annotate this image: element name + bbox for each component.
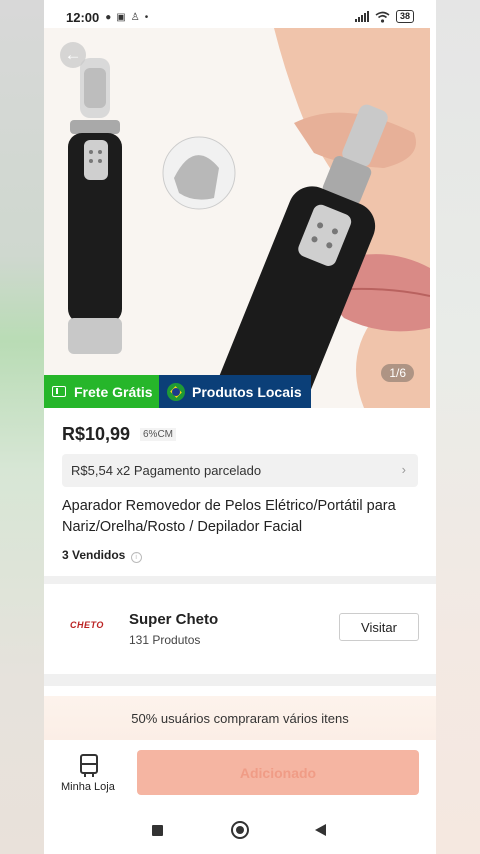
visit-shop-button[interactable]: Visitar	[339, 613, 419, 641]
person-icon: ♙	[130, 11, 140, 23]
android-nav-bar	[44, 806, 436, 854]
local-products-badge: Produtos Locais	[159, 375, 311, 408]
cm-badge: 6%CM	[140, 428, 177, 441]
shop-product-count: 131 Produtos	[129, 633, 201, 647]
wifi-icon	[375, 11, 390, 23]
back-icon[interactable]	[315, 824, 326, 836]
image-counter: 1/6	[381, 364, 414, 382]
battery-icon: 38	[395, 10, 414, 23]
brazil-flag-icon	[167, 382, 185, 401]
dot-icon: •	[144, 11, 149, 23]
info-icon[interactable]: i	[130, 552, 142, 563]
product-price: R$10,99	[62, 424, 131, 444]
free-shipping-label: Frete Grátis	[74, 383, 153, 400]
shop-name[interactable]: Super Cheto	[129, 611, 218, 628]
my-store-label[interactable]: Minha Loja	[61, 781, 115, 793]
status-time: 12:00	[66, 9, 100, 25]
section-divider	[44, 674, 436, 686]
notification-icons: ● ▣ ♙ •	[105, 12, 148, 23]
product-image	[44, 28, 430, 408]
sold-count: 3 Vendidos i	[62, 548, 142, 563]
product-title: Aparador Removedor de Pelos Elétrico/Por…	[62, 498, 396, 535]
free-shipping-badge: Frete Grátis	[44, 375, 159, 408]
blurred-background-left	[0, 0, 44, 854]
chevron-right-icon: ›	[401, 462, 406, 477]
add-to-cart-button[interactable]: Adicionado	[137, 750, 419, 795]
sold-count-text: 3 Vendidos	[62, 548, 126, 562]
ticket-icon	[52, 386, 66, 397]
local-products-label: Produtos Locais	[192, 383, 302, 400]
installment-text: R$5,54 x2 Pagamento parcelado	[71, 463, 262, 478]
app-icon: ▣	[116, 11, 126, 23]
installment-row[interactable]: R$5,54 x2 Pagamento parcelado ›	[62, 454, 418, 487]
back-arrow-icon[interactable]: ←	[60, 42, 86, 68]
signal-icon	[354, 11, 369, 22]
promo-banner: 50% usuários compraram vários itens	[44, 696, 436, 740]
product-image-gallery[interactable]: ← 1/6 Frete Grátis Produtos Locais	[44, 28, 430, 408]
blurred-background-right	[436, 0, 480, 854]
home-icon[interactable]	[231, 821, 249, 839]
shop-logo[interactable]: CHETO	[70, 620, 104, 630]
recents-icon[interactable]	[152, 825, 163, 836]
section-divider	[44, 576, 436, 584]
bottom-action-bar: Minha Loja Adicionado	[44, 740, 436, 806]
store-icon[interactable]	[80, 754, 98, 777]
messenger-icon: ●	[105, 11, 112, 23]
phone-screen: 12:00 ● ▣ ♙ • 38 ← 1/6 Frete Grátis Prod…	[44, 0, 436, 854]
status-right: 38	[354, 10, 414, 23]
